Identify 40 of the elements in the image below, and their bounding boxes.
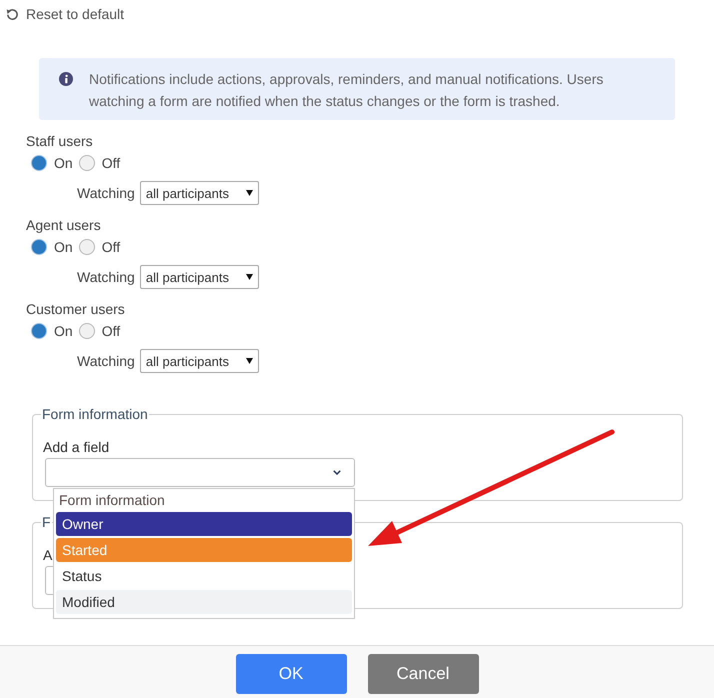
watching-label: Watching [77, 268, 135, 286]
radio-label: Off [102, 322, 120, 340]
group-label: Agent users [26, 216, 101, 234]
radio-button[interactable] [78, 239, 95, 255]
radio-button[interactable] [31, 323, 47, 339]
radio-button[interactable] [78, 155, 95, 171]
group-label: Customer users [26, 300, 125, 318]
watching-select[interactable]: all participants [140, 181, 259, 205]
caret-icon [246, 190, 253, 196]
radio-label: Off [102, 154, 120, 172]
field-select[interactable] [45, 458, 355, 487]
radio-button[interactable] [78, 323, 95, 339]
radio-label: Off [102, 238, 120, 256]
radio-label: On [54, 154, 73, 172]
menu-option[interactable]: Status [56, 564, 352, 588]
primary-button[interactable]: OK [236, 654, 346, 694]
reset-link[interactable]: Reset to default [26, 5, 124, 23]
radio-button[interactable] [31, 239, 47, 255]
watching-label: Watching [77, 184, 135, 202]
watching-select[interactable]: all participants [140, 349, 259, 373]
menu-group-label: Form information [58, 491, 166, 510]
info-text: Notifications include actions, approvals, reminders, and manual notifications. Users watching a form are notified when the status changes or the form is trashed. [89, 70, 604, 111]
menu-option[interactable]: Modified [56, 590, 352, 614]
radio-label: On [54, 322, 73, 340]
field-label: A [43, 546, 52, 564]
menu-option[interactable]: Owner [56, 512, 352, 536]
radio-label: On [54, 238, 73, 256]
watching-label: Watching [77, 352, 135, 370]
caret-icon [246, 358, 253, 364]
caret-icon [246, 274, 253, 280]
watching-select[interactable]: all participants [140, 265, 259, 289]
section-legend: F [41, 513, 52, 531]
radio-button[interactable] [31, 155, 47, 171]
circular-arrow-icon [6, 8, 19, 20]
field-label: Add a field [43, 438, 110, 456]
secondary-button[interactable]: Cancel [368, 654, 478, 694]
info-icon [59, 72, 73, 86]
chevron-down-icon [333, 470, 341, 475]
group-label: Staff users [26, 132, 93, 150]
section-legend: Form information [41, 405, 149, 423]
